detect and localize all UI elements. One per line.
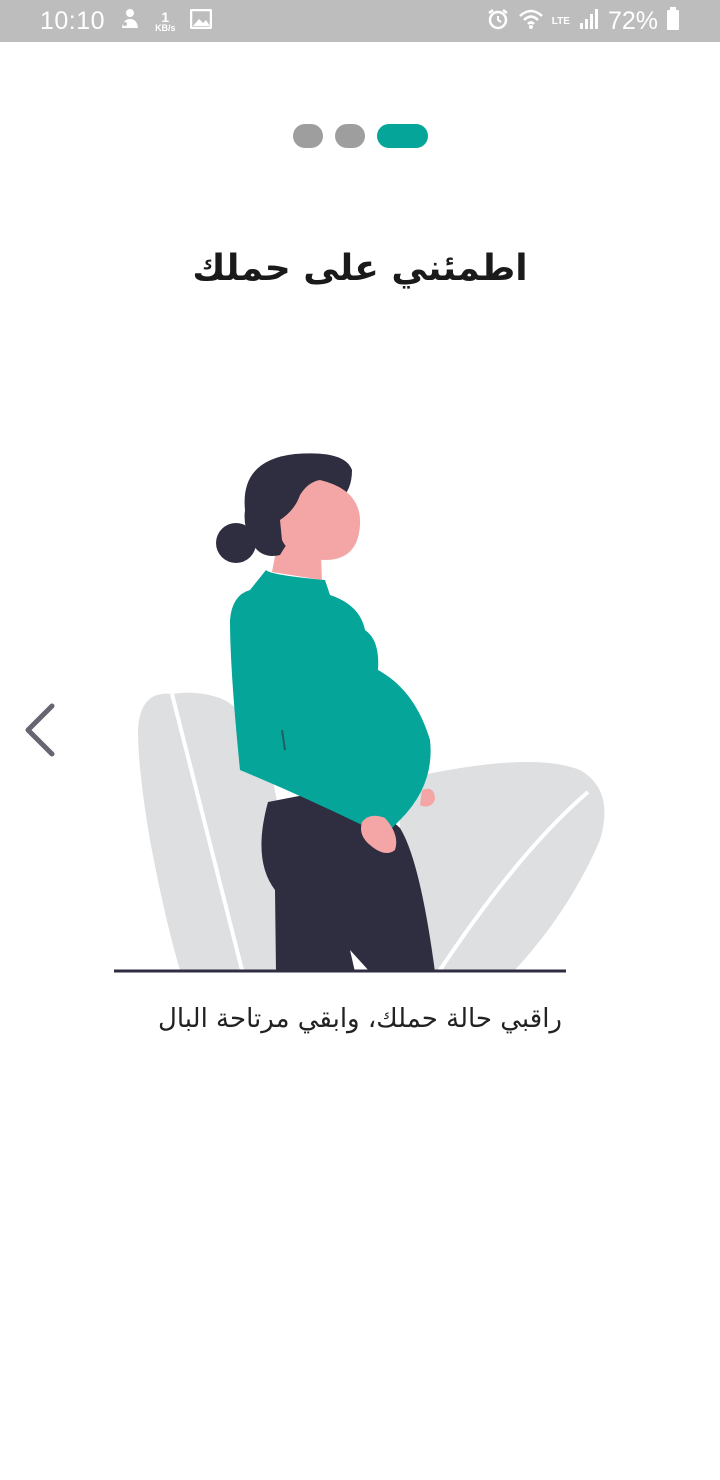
onboarding-subtitle: راقبي حالة حملك، وابقي مرتاحة البال (157, 1004, 562, 1034)
status-bar-right: LTE 72% (486, 0, 680, 42)
battery-icon (666, 6, 680, 36)
page-dot-1[interactable] (292, 124, 323, 148)
alarm-icon (486, 7, 510, 36)
signal-icon (578, 8, 600, 35)
pregnant-woman-illustration (100, 440, 620, 980)
wifi-icon (518, 8, 544, 35)
page-dot-2[interactable] (334, 124, 365, 148)
onboarding-title: اطمئني على حملك (192, 248, 528, 289)
image-icon (189, 8, 212, 34)
previous-page-button[interactable] (16, 700, 60, 760)
hair-bun (216, 523, 256, 563)
status-time: 10:10 (40, 6, 106, 35)
status-bar: 10:10 1 KB/s LTE 72% (0, 0, 720, 42)
net-speed-value: 1 (161, 8, 170, 25)
battery-percent: 72% (607, 6, 658, 35)
status-bar-left: 10:10 1 KB/s (40, 0, 212, 42)
chevron-left-icon (25, 703, 55, 757)
notification-person-icon (119, 8, 141, 35)
net-speed: 1 KB/s (155, 10, 176, 33)
page-indicator (0, 124, 720, 148)
lte-label: LTE (551, 15, 570, 27)
net-speed-unit: KB/s (155, 22, 176, 33)
page-dot-3-active[interactable] (376, 124, 428, 148)
